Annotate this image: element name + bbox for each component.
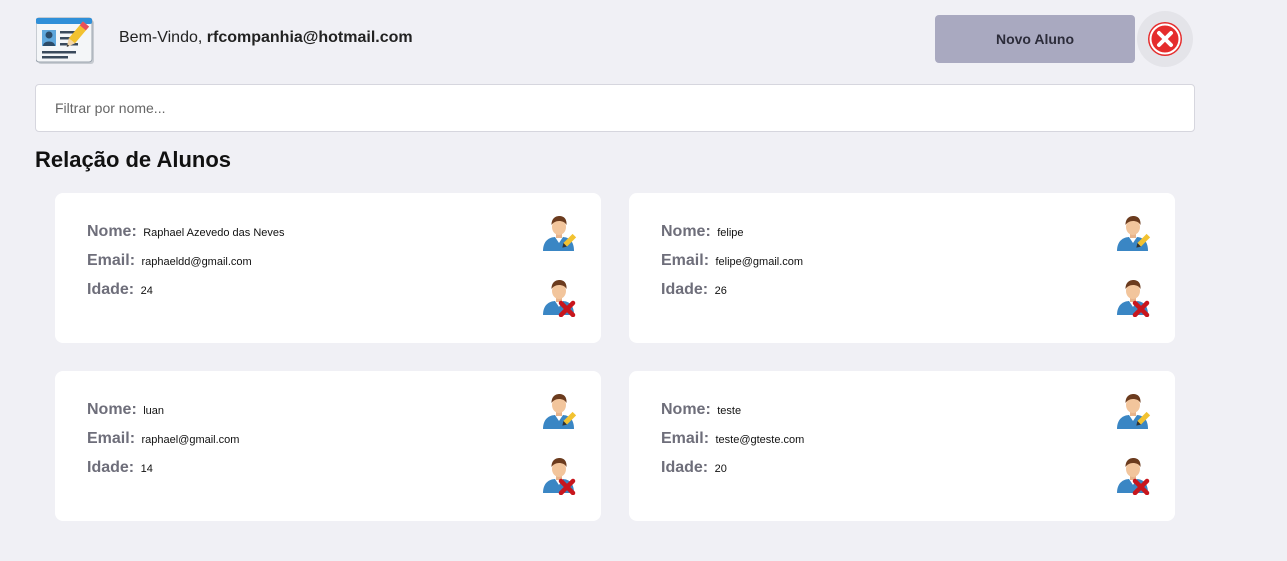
student-age: 24: [140, 285, 153, 297]
student-card: Nome: felipe Email: felipe@gmail.com Ida…: [629, 193, 1175, 343]
email-label: Email:: [661, 252, 710, 269]
student-age: 26: [714, 285, 727, 297]
student-age: 14: [140, 463, 153, 475]
student-name: felipe: [717, 227, 744, 239]
student-name-row: Nome: teste: [661, 401, 741, 419]
student-email-row: Email: teste@gteste.com: [661, 430, 804, 448]
student-name: teste: [717, 405, 742, 417]
student-name: luan: [143, 405, 165, 417]
user-edit-icon[interactable]: [1115, 393, 1151, 431]
student-card: Nome: luan Email: raphael@gmail.com Idad…: [55, 371, 601, 521]
student-age-row: Idade: 24: [87, 281, 153, 299]
header: Bem-Vindo, rfcompanhia@hotmail.com Novo …: [0, 0, 1287, 80]
student-card-icon: [36, 17, 94, 64]
user-email: rfcompanhia@hotmail.com: [206, 29, 413, 46]
student-name-row: Nome: Raphael Azevedo das Neves: [87, 223, 285, 241]
student-name: Raphael Azevedo das Neves: [143, 227, 285, 239]
user-delete-icon[interactable]: [1115, 279, 1151, 317]
name-label: Nome:: [87, 223, 137, 240]
user-edit-icon[interactable]: [541, 215, 577, 253]
student-email-row: Email: raphaeldd@gmail.com: [87, 252, 252, 270]
age-label: Idade:: [87, 459, 135, 476]
name-label: Nome:: [87, 401, 137, 418]
page-title: Relação de Alunos: [35, 147, 232, 172]
search-input[interactable]: [35, 84, 1195, 132]
user-edit-icon[interactable]: [1115, 215, 1151, 253]
student-age: 20: [714, 463, 727, 475]
age-label: Idade:: [661, 459, 709, 476]
student-email: teste@gteste.com: [715, 434, 805, 446]
email-label: Email:: [87, 252, 136, 269]
student-email-row: Email: raphael@gmail.com: [87, 430, 239, 448]
greeting-label: Bem-Vindo,: [119, 29, 203, 46]
logout-button[interactable]: [1137, 11, 1193, 67]
name-label: Nome:: [661, 223, 711, 240]
user-delete-icon[interactable]: [1115, 457, 1151, 495]
student-age-row: Idade: 20: [661, 459, 727, 477]
student-email: raphael@gmail.com: [141, 434, 240, 446]
student-name-row: Nome: felipe: [661, 223, 744, 241]
new-student-button[interactable]: Novo Aluno: [935, 15, 1135, 63]
user-delete-icon[interactable]: [541, 279, 577, 317]
student-card: Nome: Raphael Azevedo das Neves Email: r…: [55, 193, 601, 343]
user-delete-icon[interactable]: [541, 457, 577, 495]
email-label: Email:: [661, 430, 710, 447]
student-email-row: Email: felipe@gmail.com: [661, 252, 803, 270]
student-email: raphaeldd@gmail.com: [141, 256, 252, 268]
student-name-row: Nome: luan: [87, 401, 164, 419]
user-edit-icon[interactable]: [541, 393, 577, 431]
name-label: Nome:: [661, 401, 711, 418]
close-circle-icon: [1148, 22, 1182, 56]
age-label: Idade:: [87, 281, 135, 298]
email-label: Email:: [87, 430, 136, 447]
welcome-text: Bem-Vindo, rfcompanhia@hotmail.com: [119, 29, 413, 47]
student-age-row: Idade: 26: [661, 281, 727, 299]
age-label: Idade:: [661, 281, 709, 298]
student-card: Nome: teste Email: teste@gteste.com Idad…: [629, 371, 1175, 521]
student-age-row: Idade: 14: [87, 459, 153, 477]
student-email: felipe@gmail.com: [715, 256, 804, 268]
